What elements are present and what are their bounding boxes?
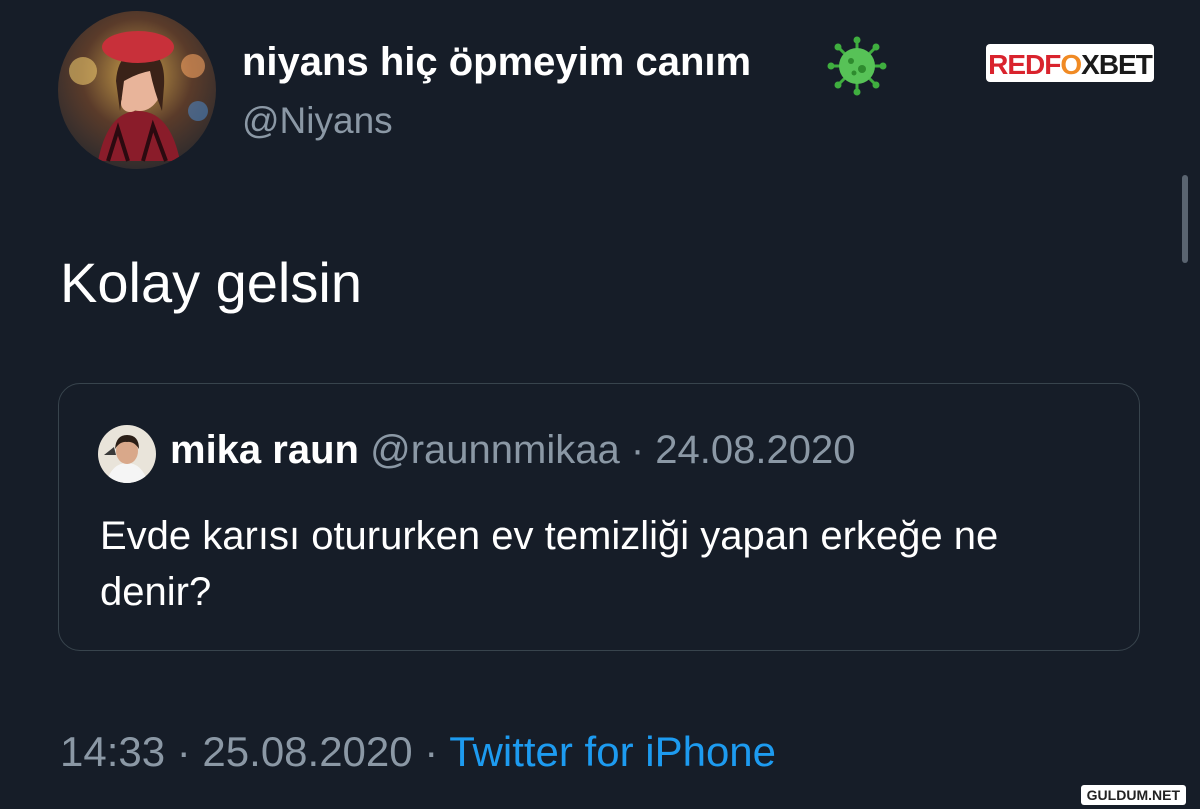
tweet-text: Kolay gelsin (60, 251, 362, 314)
quoted-tweet-header: mika raun @raunnmikaa · 24.08.2020 (170, 428, 855, 473)
quoted-author-name[interactable]: mika raun (170, 428, 359, 472)
scrollbar-thumb[interactable] (1182, 175, 1188, 263)
author-display-name[interactable]: niyans hiç öpmeyim canım (242, 40, 751, 85)
tweet-footer: 14:33 · 25.08.2020 · Twitter for iPhone (60, 728, 776, 776)
quoted-author-avatar[interactable] (98, 425, 156, 483)
author-avatar[interactable] (58, 11, 216, 169)
author-handle[interactable]: @Niyans (242, 100, 393, 142)
site-watermark: GULDUM.NET (1080, 785, 1186, 805)
redfoxbet-logo: REDFOXBET (986, 40, 1154, 90)
tweet-source-link[interactable]: Twitter for iPhone (449, 728, 776, 775)
tweet-timestamp[interactable]: 14:33 · 25.08.2020 · (60, 728, 449, 775)
quoted-tweet-text: Evde karısı otururken ev temizliği yapan… (100, 514, 999, 614)
virus-icon (827, 36, 887, 96)
svg-text:REDFOXBET: REDFOXBET (988, 49, 1153, 80)
quoted-author-meta: @raunnmikaa · 24.08.2020 (370, 428, 856, 472)
